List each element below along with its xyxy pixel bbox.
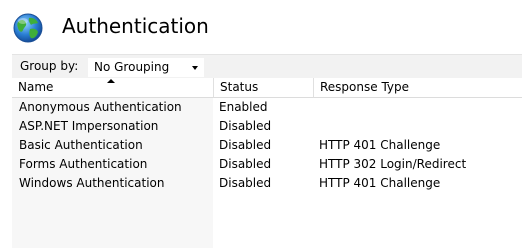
table-row[interactable]: Anonymous Authentication Enabled: [12, 98, 522, 117]
row-status: Enabled: [219, 100, 268, 114]
row-status: Disabled: [219, 138, 272, 152]
table-row[interactable]: Windows Authentication Disabled HTTP 401…: [12, 174, 522, 193]
row-response-type: HTTP 302 Login/Redirect: [319, 157, 467, 171]
chevron-down-icon: [192, 66, 198, 70]
row-response-type: HTTP 401 Challenge: [319, 138, 441, 152]
column-header-response-type-label: Response Type: [320, 80, 410, 94]
table-row[interactable]: Forms Authentication Disabled HTTP 302 L…: [12, 155, 522, 174]
column-header-name[interactable]: Name: [12, 78, 214, 98]
row-name: Windows Authentication: [19, 176, 165, 190]
row-name: Forms Authentication: [19, 157, 148, 171]
column-header-status[interactable]: Status: [214, 78, 314, 98]
authentication-list: Name Status Response Type Anonymous Auth…: [12, 78, 522, 248]
table-row[interactable]: ASP.NET Impersonation Disabled: [12, 117, 522, 136]
group-by-value: No Grouping: [94, 60, 170, 74]
page-header: Authentication: [0, 0, 522, 52]
row-status: Disabled: [219, 176, 272, 190]
sort-ascending-icon: [107, 79, 115, 83]
row-name: Basic Authentication: [19, 138, 143, 152]
column-header-status-label: Status: [220, 80, 259, 94]
row-response-type: HTTP 401 Challenge: [319, 176, 441, 190]
authentication-feature-page: Authentication Group by: No Grouping Nam…: [0, 0, 522, 248]
globe-icon: [13, 13, 43, 43]
column-header-response-type[interactable]: Response Type: [314, 78, 522, 98]
row-status: Disabled: [219, 157, 272, 171]
column-header-name-label: Name: [18, 80, 54, 94]
group-by-dropdown[interactable]: No Grouping: [87, 57, 205, 78]
page-title: Authentication: [62, 14, 209, 38]
row-status: Disabled: [219, 119, 272, 133]
group-by-toolbar: Group by: No Grouping: [12, 54, 522, 78]
row-name: ASP.NET Impersonation: [19, 119, 159, 133]
group-by-label: Group by:: [20, 59, 79, 73]
row-name: Anonymous Authentication: [19, 100, 182, 114]
table-row[interactable]: Basic Authentication Disabled HTTP 401 C…: [12, 136, 522, 155]
